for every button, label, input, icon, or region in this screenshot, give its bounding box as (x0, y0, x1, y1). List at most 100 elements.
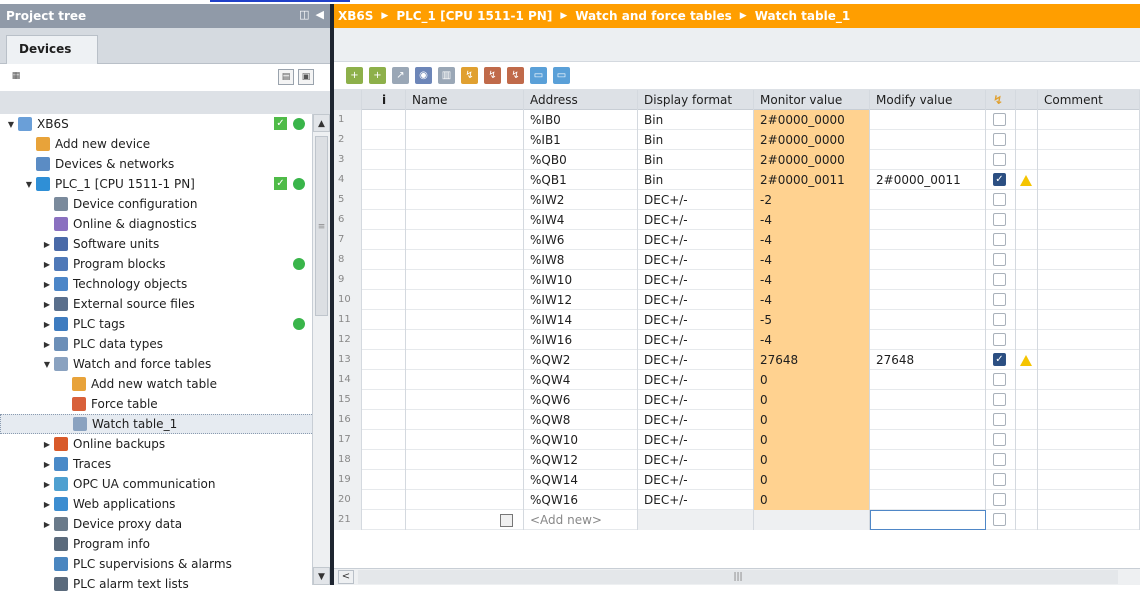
modify-checkbox[interactable] (993, 473, 1006, 486)
tree-item[interactable]: ▶ Program blocks (0, 254, 330, 274)
address-cell[interactable]: %QW14 (524, 470, 638, 490)
modify-checkbox-cell[interactable] (986, 490, 1016, 510)
modify-checkbox[interactable] (993, 153, 1006, 166)
name-cell[interactable] (406, 370, 524, 390)
modify-checkbox-cell[interactable] (986, 470, 1016, 490)
modify-value-cell[interactable] (870, 130, 986, 150)
address-cell[interactable]: %QW2 (524, 350, 638, 370)
table-row[interactable]: 11 %IW14 DEC+/- -5 (334, 310, 1140, 330)
tree-item[interactable]: Devices & networks (0, 154, 330, 174)
modify-value-cell[interactable] (870, 150, 986, 170)
table-horizontal-scrollbar[interactable]: < ||| (334, 568, 1140, 585)
horizontal-scroll-thumb[interactable]: ||| (358, 570, 1118, 584)
comment-cell[interactable] (1038, 190, 1140, 210)
display-format-cell[interactable]: Bin (638, 150, 754, 170)
address-cell[interactable]: %IW4 (524, 210, 638, 230)
tree-item[interactable]: ▶ Online backups (0, 434, 330, 454)
name-cell[interactable] (406, 490, 524, 510)
tree-item[interactable]: ▶ Software units (0, 234, 330, 254)
modify-value-cell[interactable] (870, 210, 986, 230)
modify-checkbox[interactable] (993, 233, 1006, 246)
modify-checkbox[interactable] (993, 113, 1006, 126)
display-format-cell[interactable]: DEC+/- (638, 470, 754, 490)
table-row[interactable]: 15 %QW6 DEC+/- 0 (334, 390, 1140, 410)
display-format-cell[interactable]: Bin (638, 170, 754, 190)
modify-value-cell[interactable] (870, 310, 986, 330)
modify-checkbox-cell[interactable] (986, 330, 1016, 350)
modify-checkbox[interactable] (993, 293, 1006, 306)
table-row[interactable]: 13 %QW2 DEC+/- 27648 27648 ✓ (334, 350, 1140, 370)
comment-cell[interactable] (1038, 250, 1140, 270)
scroll-up-icon[interactable]: ▲ (313, 114, 330, 132)
modify-checkbox-cell[interactable] (986, 250, 1016, 270)
tree-item[interactable]: ▶ PLC data types (0, 334, 330, 354)
modify-checkbox-cell[interactable] (986, 150, 1016, 170)
display-format-cell[interactable]: DEC+/- (638, 270, 754, 290)
address-cell[interactable]: %IW14 (524, 310, 638, 330)
tree-item[interactable]: ▶ Device proxy data (0, 514, 330, 534)
modify-checkbox-cell[interactable]: ✓ (986, 170, 1016, 190)
modify-checkbox-cell[interactable] (986, 190, 1016, 210)
modify-checkbox-cell[interactable] (986, 230, 1016, 250)
modify-checkbox[interactable]: ✓ (993, 353, 1006, 366)
expand-down-icon[interactable]: ▼ (6, 120, 16, 129)
tree-item[interactable]: ▶ Web applications (0, 494, 330, 514)
tree-item[interactable]: ▶ Technology objects (0, 274, 330, 294)
overview-icon[interactable]: ▤ (278, 69, 294, 85)
address-cell[interactable]: %IB1 (524, 130, 638, 150)
name-cell[interactable] (406, 230, 524, 250)
comment-cell[interactable] (1038, 110, 1140, 130)
address-cell[interactable]: %QW16 (524, 490, 638, 510)
add-device-toolbar-icon[interactable]: ▣ (298, 69, 314, 85)
tree-item[interactable]: ▶ Traces (0, 454, 330, 474)
add-row-icon[interactable]: + (369, 67, 386, 84)
expand-right-icon[interactable]: ▶ (42, 500, 52, 509)
modify-value-cell[interactable] (870, 270, 986, 290)
modify-value-cell[interactable] (870, 330, 986, 350)
expand-right-icon[interactable]: ▶ (42, 280, 52, 289)
modify-checkbox-cell[interactable] (986, 270, 1016, 290)
expand-right-icon[interactable]: ▶ (42, 340, 52, 349)
tree-item[interactable]: Add new device (0, 134, 330, 154)
modify-checkbox[interactable] (993, 213, 1006, 226)
expand-down-icon[interactable]: ▼ (24, 180, 34, 189)
collapse-left-icon[interactable]: ◀ (316, 8, 324, 21)
modify-checkbox[interactable] (993, 433, 1006, 446)
comment-cell[interactable] (1038, 470, 1140, 490)
name-cell[interactable] (406, 110, 524, 130)
modify-value-cell[interactable] (870, 390, 986, 410)
tree-item[interactable]: Device configuration (0, 194, 330, 214)
modify-value-column-header[interactable]: Modify value (870, 90, 986, 110)
monitor-value-column-header[interactable]: Monitor value (754, 90, 870, 110)
comment-cell[interactable] (1038, 430, 1140, 450)
monitor-once-icon[interactable]: ▭ (530, 67, 547, 84)
modify-checkbox-cell[interactable] (986, 450, 1016, 470)
add-new-modify-checkbox-cell[interactable] (986, 510, 1016, 530)
display-format-cell[interactable]: DEC+/- (638, 310, 754, 330)
name-cell[interactable] (406, 410, 524, 430)
expand-right-icon[interactable]: ▶ (42, 440, 52, 449)
name-cell[interactable] (406, 470, 524, 490)
modify-value-cell[interactable] (870, 470, 986, 490)
expand-right-icon[interactable]: ▶ (42, 260, 52, 269)
tree-item[interactable]: ▼ Watch and force tables (0, 354, 330, 374)
tree-item[interactable]: Program info (0, 534, 330, 554)
table-row[interactable]: 4 %QB1 Bin 2#0000_0011 2#0000_0011 ✓ (334, 170, 1140, 190)
name-cell[interactable] (406, 270, 524, 290)
address-cell[interactable]: %IW12 (524, 290, 638, 310)
display-format-cell[interactable]: DEC+/- (638, 250, 754, 270)
comment-cell[interactable] (1038, 330, 1140, 350)
table-row[interactable]: 2 %IB1 Bin 2#0000_0000 (334, 130, 1140, 150)
table-row[interactable]: 20 %QW16 DEC+/- 0 (334, 490, 1140, 510)
table-row[interactable]: 14 %QW4 DEC+/- 0 (334, 370, 1140, 390)
modify-checkbox-cell[interactable] (986, 110, 1016, 130)
monitor-trigger-icon[interactable]: ▭ (553, 67, 570, 84)
address-cell[interactable]: %QW6 (524, 390, 638, 410)
modify-checkbox[interactable] (993, 273, 1006, 286)
modify-checkbox-cell[interactable] (986, 390, 1016, 410)
name-column-header[interactable]: Name (406, 90, 524, 110)
display-format-cell[interactable]: DEC+/- (638, 490, 754, 510)
modify-checkbox-cell[interactable] (986, 410, 1016, 430)
table-row[interactable]: 12 %IW16 DEC+/- -4 (334, 330, 1140, 350)
expand-down-icon[interactable]: ▼ (42, 360, 52, 369)
